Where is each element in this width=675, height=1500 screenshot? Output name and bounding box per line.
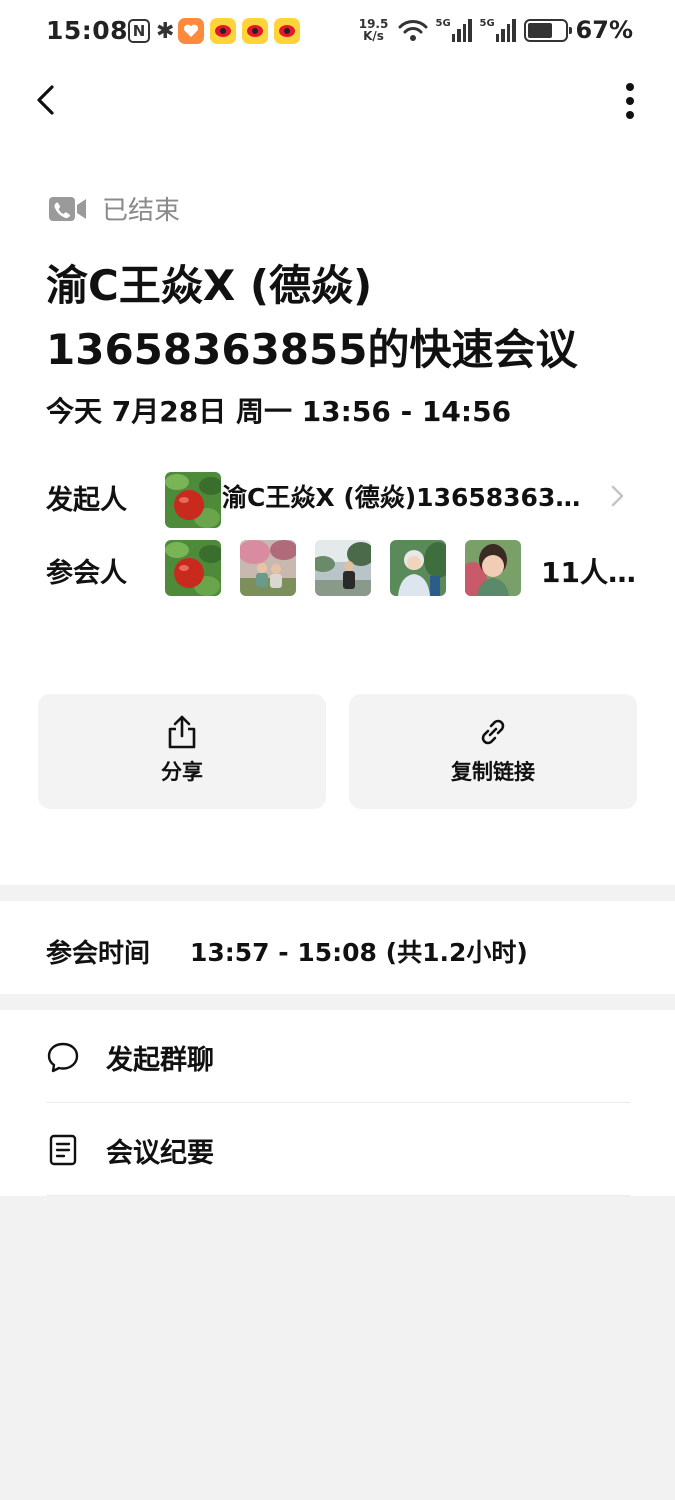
chevron-right-icon	[611, 485, 624, 507]
copy-link-label: 复制链接	[451, 760, 535, 784]
notification-icons: N ✱	[128, 18, 300, 44]
more-options-button[interactable]	[610, 80, 650, 124]
copy-link-button[interactable]: 复制链接	[349, 694, 637, 809]
weibo-icon	[274, 18, 300, 44]
status-time: 15:08	[46, 16, 129, 45]
weibo-icon	[242, 18, 268, 44]
chevron-left-icon	[37, 85, 54, 115]
share-label: 分享	[161, 760, 203, 784]
attendance-label: 参会时间	[46, 939, 151, 969]
host-name[interactable]: 渝C王焱X (德焱)13658363855	[222, 478, 596, 514]
participants-label: 参会人	[46, 558, 127, 589]
bluetooth-icon: ✱	[156, 18, 175, 44]
more-vertical-icon	[626, 83, 634, 119]
menu-card: 发起群聊 会议纪要	[0, 1010, 675, 1196]
nfc-icon: N	[128, 19, 150, 43]
battery-icon	[523, 18, 572, 42]
host-detail-button[interactable]	[606, 482, 630, 510]
host-label: 发起人	[46, 485, 127, 516]
status-bar: 15:08 N ✱ 19.5 K/s 5G 5G 67%	[0, 0, 675, 64]
start-group-chat-label: 发起群聊	[106, 1045, 214, 1076]
meeting-datetime: 今天 7月28日 周一 13:56 - 14:56	[46, 395, 512, 428]
participants-count[interactable]: 11人已参会	[541, 551, 659, 591]
menu-divider	[46, 1195, 630, 1196]
network-speed: 19.5 K/s	[358, 18, 390, 42]
document-icon	[49, 1134, 77, 1166]
meeting-title-line2: 13658363855的快速会议	[46, 325, 578, 374]
participant-avatar[interactable]	[315, 540, 371, 596]
participant-avatar[interactable]	[240, 540, 296, 596]
link-icon	[481, 719, 505, 745]
sim1-label: 5G	[435, 18, 451, 29]
battery-percent: 67%	[575, 16, 633, 44]
meeting-title-line1: 渝C王焱X (德焱)	[46, 261, 373, 310]
back-button[interactable]	[28, 80, 68, 120]
participant-avatar[interactable]	[465, 540, 521, 596]
status-text: 已结束	[102, 196, 181, 226]
attendance-value: 13:57 - 15:08 (共1.2小时)	[190, 938, 528, 967]
signal-sim2-icon: 5G	[480, 18, 516, 42]
meeting-status: 已结束	[48, 190, 180, 227]
network-speed-unit: K/s	[363, 29, 384, 43]
weibo-icon	[210, 18, 236, 44]
heart-app-icon	[178, 18, 204, 44]
host-avatar[interactable]	[165, 472, 221, 528]
participant-avatar[interactable]	[390, 540, 446, 596]
attendance-card: 参会时间 13:57 - 15:08 (共1.2小时)	[0, 901, 675, 994]
share-icon	[168, 715, 196, 749]
battery-fill	[527, 22, 552, 38]
video-call-icon	[49, 196, 86, 221]
meeting-minutes-label: 会议纪要	[106, 1138, 214, 1169]
chat-bubble-icon	[47, 1042, 79, 1073]
sim2-label: 5G	[479, 18, 495, 29]
share-button[interactable]: 分享	[38, 694, 326, 809]
signal-sim1-icon: 5G	[436, 18, 472, 42]
wifi-icon	[398, 20, 428, 41]
participant-avatar[interactable]	[165, 540, 221, 596]
meeting-title: 渝C王焱X (德焱) 13658363855的快速会议	[46, 254, 646, 382]
start-group-chat-item[interactable]: 发起群聊	[0, 1010, 675, 1103]
meeting-minutes-item[interactable]: 会议纪要	[0, 1103, 675, 1196]
